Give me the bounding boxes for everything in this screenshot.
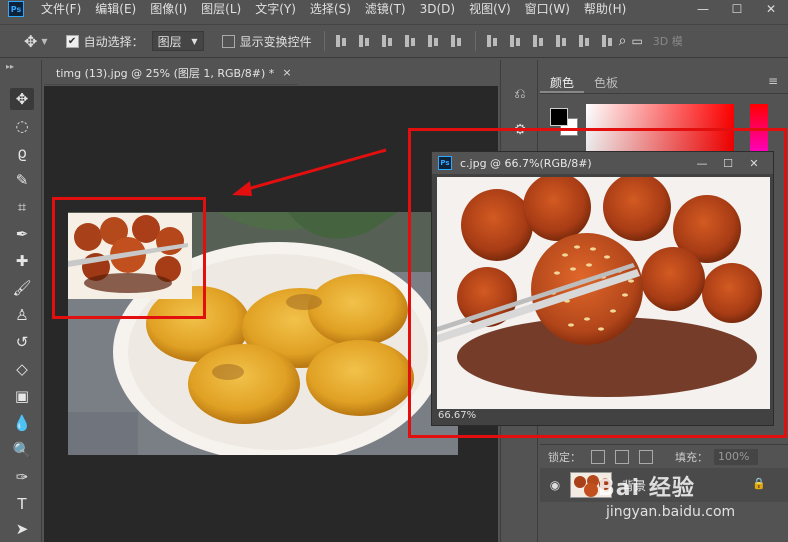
align-bottom-icon[interactable] bbox=[380, 34, 394, 48]
lock-transparent-icon[interactable] bbox=[591, 449, 605, 464]
menu-file[interactable]: 文件(F) bbox=[34, 0, 88, 18]
lock-label: 锁定： bbox=[548, 450, 581, 464]
document-tab-title: timg (13).jpg @ 25% (图层 1, RGB/8#) * bbox=[56, 66, 275, 80]
crop-tool-icon[interactable]: ⌗ bbox=[10, 196, 34, 218]
align-vcenter-icon[interactable] bbox=[357, 34, 371, 48]
fill-input[interactable]: 100% bbox=[714, 448, 758, 465]
move-tool-icon[interactable]: ✥ bbox=[10, 88, 34, 110]
tab-swatches[interactable]: 色板 bbox=[584, 72, 628, 93]
auto-select-checkbox[interactable]: ✔ bbox=[65, 34, 79, 48]
marquee-tool-icon[interactable]: ◌ bbox=[10, 115, 34, 137]
auto-select-label: 自动选择： bbox=[83, 34, 144, 49]
panel-menu-icon[interactable]: ≡ bbox=[768, 74, 778, 88]
divider bbox=[474, 31, 476, 51]
distribute-bottom-icon[interactable] bbox=[531, 34, 545, 48]
menu-image[interactable]: 图像(I) bbox=[143, 0, 194, 18]
baidu-watermark: Bai 经验 jingyan.baidu.com bbox=[590, 470, 770, 530]
watermark-brand: Bai 经验 bbox=[598, 476, 695, 501]
distribute-hcenter-icon[interactable] bbox=[577, 34, 591, 48]
align-left-icon[interactable] bbox=[403, 34, 417, 48]
minimize-button[interactable]: — bbox=[686, 0, 720, 18]
photoshop-logo: Ps bbox=[8, 1, 24, 17]
dodge-tool-icon[interactable]: 🔍 bbox=[10, 439, 34, 461]
maximize-button[interactable]: ☐ bbox=[720, 0, 754, 18]
layers-lock-bar: 锁定： 填充： 100% bbox=[540, 444, 788, 468]
window-controls: — ☐ ✕ bbox=[686, 0, 788, 18]
gradient-tool-icon[interactable]: ▣ bbox=[10, 385, 34, 407]
menu-select[interactable]: 选择(S) bbox=[303, 0, 358, 18]
tab-color[interactable]: 颜色 bbox=[540, 72, 585, 93]
document-tab-close-icon[interactable]: × bbox=[282, 66, 291, 79]
align-hcenter-icon[interactable] bbox=[426, 34, 440, 48]
history-panel-icon[interactable]: ⎌ bbox=[510, 84, 530, 104]
eyedropper-tool-icon[interactable]: ✒ bbox=[10, 223, 34, 245]
distribute-left-icon[interactable] bbox=[554, 34, 568, 48]
lock-pixels-icon[interactable] bbox=[615, 449, 629, 464]
history-brush-tool-icon[interactable]: ↺ bbox=[10, 331, 34, 353]
menu-view[interactable]: 视图(V) bbox=[462, 0, 518, 18]
eraser-tool-icon[interactable]: ◇ bbox=[10, 358, 34, 380]
chevron-down-icon[interactable]: ▼ bbox=[41, 37, 47, 46]
tools-panel: ▸▸ ✥ ◌ ϱ ✎ ⌗ ✒ ✚ 🖌 ♙ ↺ ◇ ▣ 💧 🔍 ✑ T ➤ bbox=[0, 60, 42, 542]
blur-tool-icon[interactable]: 💧 bbox=[10, 412, 34, 434]
annotation-box-floating-window bbox=[408, 128, 787, 438]
color-panel-tabs: 颜色 色板 bbox=[540, 72, 788, 94]
close-button[interactable]: ✕ bbox=[754, 0, 788, 18]
visibility-eye-icon[interactable]: ◉ bbox=[540, 478, 570, 492]
auto-select-target-value: 图层 bbox=[157, 34, 182, 49]
brush-tool-icon[interactable]: 🖌 bbox=[10, 277, 34, 299]
document-tab[interactable]: timg (13).jpg @ 25% (图层 1, RGB/8#) * × bbox=[44, 61, 298, 85]
menu-3d[interactable]: 3D(D) bbox=[413, 0, 462, 18]
type-tool-icon[interactable]: T bbox=[10, 493, 34, 515]
quick-select-tool-icon[interactable]: ✎ bbox=[10, 169, 34, 191]
menu-bar: Ps 文件(F) 编辑(E) 图像(I) 图层(L) 文字(Y) 选择(S) 滤… bbox=[0, 0, 788, 18]
search-icon[interactable]: ⌕ bbox=[619, 33, 627, 49]
lock-position-icon[interactable] bbox=[639, 449, 653, 464]
move-icon[interactable]: ✥ bbox=[24, 32, 37, 51]
lasso-tool-icon[interactable]: ϱ bbox=[10, 142, 34, 164]
options-bar: ✥ ▼ ✔ 自动选择： 图层 ▼ 显示变换控件 ⌕ ▭ 3D 模 bbox=[0, 24, 788, 58]
fill-label: 填充： bbox=[675, 450, 708, 464]
menu-edit[interactable]: 编辑(E) bbox=[88, 0, 143, 18]
menu-help[interactable]: 帮助(H) bbox=[577, 0, 633, 18]
distribute-top-icon[interactable] bbox=[485, 34, 499, 48]
divider bbox=[323, 31, 325, 51]
menu-layer[interactable]: 图层(L) bbox=[194, 0, 248, 18]
show-transform-label: 显示变换控件 bbox=[239, 34, 312, 49]
collapse-icon[interactable]: ▸▸ bbox=[6, 62, 14, 71]
distribute-right-icon[interactable] bbox=[600, 34, 614, 48]
menu-filter[interactable]: 滤镜(T) bbox=[358, 0, 413, 18]
3d-mode-label: 3D 模 bbox=[652, 35, 683, 48]
pen-tool-icon[interactable]: ✑ bbox=[10, 466, 34, 488]
path-select-tool-icon[interactable]: ➤ bbox=[10, 518, 34, 540]
stamp-tool-icon[interactable]: ♙ bbox=[10, 304, 34, 326]
chevron-down-icon: ▼ bbox=[191, 36, 198, 46]
auto-select-target-dropdown[interactable]: 图层 ▼ bbox=[151, 31, 204, 51]
align-top-icon[interactable] bbox=[334, 34, 348, 48]
watermark-url: jingyan.baidu.com bbox=[606, 504, 736, 520]
show-transform-checkbox[interactable] bbox=[221, 34, 235, 48]
foreground-color-swatch[interactable] bbox=[550, 108, 568, 126]
distribute-vcenter-icon[interactable] bbox=[508, 34, 522, 48]
workspace-icon[interactable]: ▭ bbox=[631, 34, 642, 48]
menu-type[interactable]: 文字(Y) bbox=[248, 0, 303, 18]
healing-brush-tool-icon[interactable]: ✚ bbox=[10, 250, 34, 272]
menu-window[interactable]: 窗口(W) bbox=[518, 0, 577, 18]
align-right-icon[interactable] bbox=[449, 34, 463, 48]
annotation-box-thumbnail bbox=[52, 197, 206, 319]
